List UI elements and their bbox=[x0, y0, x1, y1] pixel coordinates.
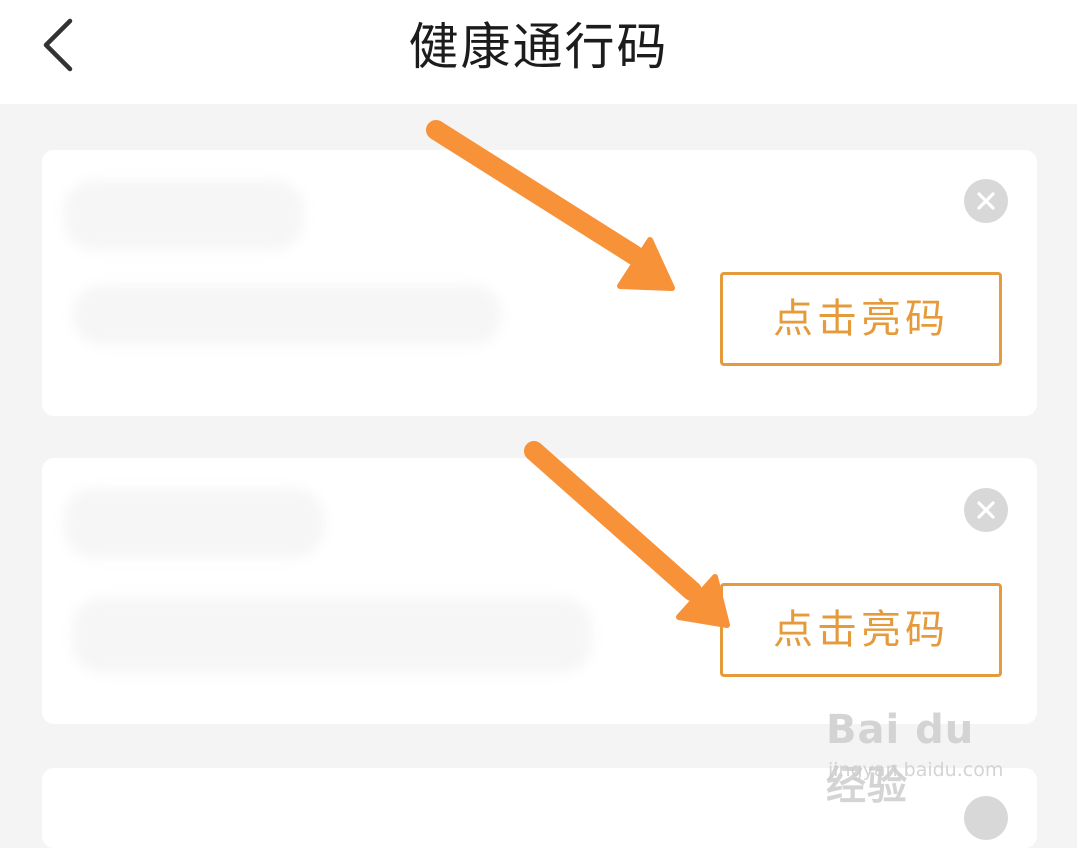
blurred-content bbox=[64, 180, 304, 250]
top-bar: 健康通行码 bbox=[0, 0, 1077, 104]
health-code-card: 点击亮码 bbox=[42, 458, 1037, 724]
blurred-content bbox=[64, 488, 324, 558]
health-code-card bbox=[42, 768, 1037, 848]
health-code-card: 点击亮码 bbox=[42, 150, 1037, 416]
show-code-button[interactable]: 点击亮码 bbox=[720, 583, 1002, 677]
close-icon bbox=[977, 192, 995, 210]
close-button[interactable] bbox=[964, 179, 1008, 223]
blurred-content bbox=[72, 598, 592, 673]
blurred-content bbox=[72, 285, 502, 345]
show-code-button[interactable]: 点击亮码 bbox=[720, 272, 1002, 366]
close-button[interactable] bbox=[964, 796, 1008, 840]
page-title: 健康通行码 bbox=[408, 18, 669, 76]
close-icon bbox=[977, 501, 995, 519]
close-button[interactable] bbox=[964, 488, 1008, 532]
